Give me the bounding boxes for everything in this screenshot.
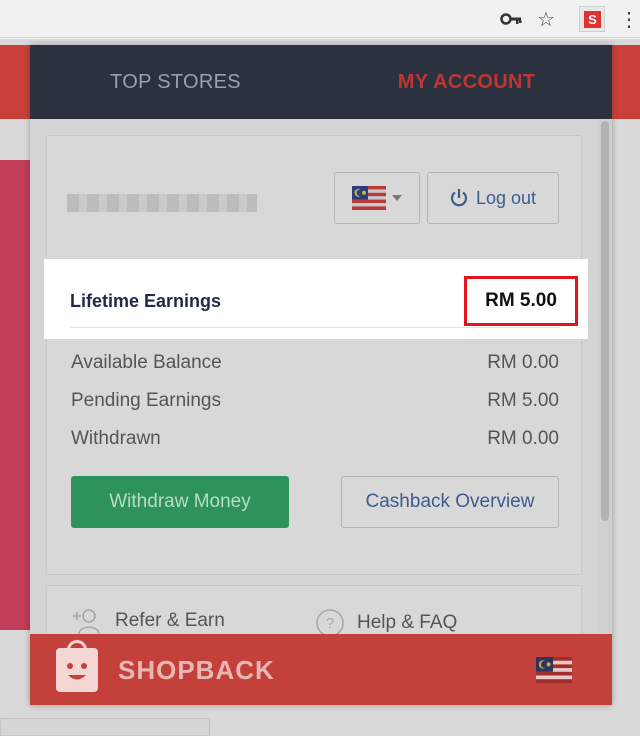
logout-button[interactable]: Log out <box>427 172 559 224</box>
background-footer-box <box>0 718 210 736</box>
row-value: RM 0.00 <box>487 428 559 449</box>
svg-text:?: ? <box>326 615 334 632</box>
refer-earn-link[interactable]: Refer & Earn <box>71 608 225 634</box>
bookmark-star-icon[interactable]: ☆ <box>533 6 559 32</box>
balance-row: Available Balance RM 0.00 <box>71 352 559 374</box>
menu-dots-icon[interactable]: ⋮ <box>619 6 639 32</box>
brand-name: SHOPBACK <box>118 655 275 685</box>
chevron-down-icon <box>392 195 402 201</box>
lifetime-earnings-panel: Lifetime Earnings RM 5.00 <box>44 259 588 339</box>
balance-row: Pending Earnings RM 5.00 <box>71 390 559 412</box>
row-label: Pending Earnings <box>71 390 221 411</box>
help-label: Help & FAQ <box>357 612 458 633</box>
row-value: RM 5.00 <box>487 390 559 411</box>
popup-tabs: TOP STORES MY ACCOUNT <box>30 45 612 119</box>
key-icon[interactable] <box>498 6 524 32</box>
background-header-strip-right <box>612 45 640 119</box>
power-icon <box>450 189 468 207</box>
extension-letter: S <box>584 11 601 28</box>
account-card: Log out Available Balance RM 0.00 Pendin… <box>46 135 582 575</box>
add-user-icon <box>73 609 100 634</box>
logout-label: Log out <box>475 187 537 208</box>
popup-scrollbar[interactable] <box>598 119 612 634</box>
row-label: Available Balance <box>71 352 222 373</box>
extension-popup: TOP STORES MY ACCOUNT Log out Available … <box>30 45 612 705</box>
blurred-username <box>67 194 257 212</box>
refer-label: Refer & Earn <box>115 610 225 631</box>
malaysia-flag-icon <box>536 657 572 683</box>
shopback-logo-icon <box>56 640 98 692</box>
lifetime-earnings-value: RM 5.00 <box>485 290 557 311</box>
withdraw-money-button[interactable]: Withdraw Money <box>71 476 289 528</box>
balance-row: Withdrawn RM 0.00 <box>71 428 559 450</box>
background-header-strip <box>0 45 30 119</box>
malaysia-flag-icon <box>352 186 386 210</box>
popup-footer: SHOPBACK <box>30 634 612 705</box>
divider <box>70 327 560 328</box>
cashback-overview-button[interactable]: Cashback Overview <box>341 476 559 528</box>
scroll-thumb[interactable] <box>601 121 609 521</box>
browser-toolbar: ☆ S ⋮ <box>0 0 640 38</box>
row-value: RM 0.00 <box>487 352 559 373</box>
country-selector[interactable] <box>334 172 420 224</box>
row-label: Withdrawn <box>71 428 161 449</box>
tab-my-account[interactable]: MY ACCOUNT <box>321 45 612 119</box>
background-banner <box>0 160 30 630</box>
lifetime-earnings-highlight: RM 5.00 <box>464 276 578 326</box>
shopback-extension-button[interactable]: S <box>579 6 605 32</box>
tab-top-stores[interactable]: TOP STORES <box>30 45 321 119</box>
lifetime-earnings-label: Lifetime Earnings <box>70 291 222 311</box>
